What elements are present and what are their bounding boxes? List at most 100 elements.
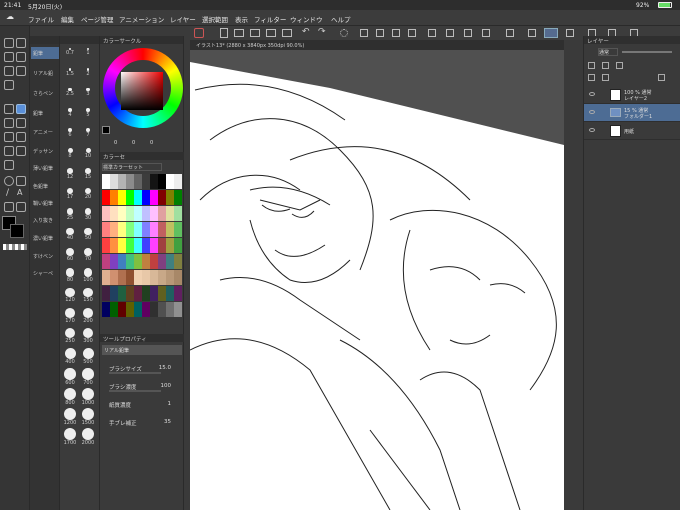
color-swatch[interactable] [118, 238, 126, 253]
layer-clip-icon[interactable] [602, 62, 609, 69]
color-swatch[interactable] [158, 206, 166, 221]
color-swatch[interactable] [102, 302, 110, 317]
color-swatch[interactable] [102, 206, 110, 221]
color-swatch[interactable] [126, 254, 134, 269]
brush-size-preset[interactable]: 5 [80, 108, 96, 118]
color-swatch[interactable] [110, 286, 118, 301]
save-icon[interactable] [250, 29, 260, 37]
brush-size-preset[interactable]: 700 [80, 368, 96, 386]
brush-size-preset[interactable]: 3 [80, 88, 96, 97]
color-swatch[interactable] [102, 174, 110, 189]
color-swatch[interactable] [134, 238, 142, 253]
brush-size-preset[interactable]: 60 [62, 248, 78, 262]
brush-size-preset[interactable]: 1500 [80, 408, 96, 426]
layer-lock-icon[interactable] [588, 62, 595, 69]
color-swatch[interactable] [126, 206, 134, 221]
color-set-select[interactable]: 標準カラーセット [102, 163, 162, 171]
brush-size-preset[interactable]: 250 [62, 328, 78, 344]
brush-size-preset[interactable]: 120 [62, 288, 78, 303]
color-swatch[interactable] [150, 286, 158, 301]
color-swatch[interactable] [174, 254, 182, 269]
layer-ref-icon[interactable] [616, 62, 623, 69]
brush-size-preset[interactable]: 20 [80, 188, 96, 200]
menu-animation[interactable]: アニメーション [119, 14, 164, 24]
color-swatch[interactable] [118, 174, 126, 189]
eyedropper-icon[interactable] [4, 80, 14, 90]
paper-texture-row[interactable]: 紙質濃度 1 [101, 398, 183, 412]
color-swatch[interactable] [102, 238, 110, 253]
color-swatch[interactable] [166, 286, 174, 301]
layer-visibility-icon[interactable] [589, 92, 595, 96]
brush-size-preset[interactable]: 30 [80, 208, 96, 221]
sub-tool-color-pencil[interactable]: 色鉛筆 [31, 180, 59, 192]
blend-tool-icon[interactable] [4, 146, 14, 156]
color-swatch[interactable] [142, 222, 150, 237]
brush-tool-icon[interactable] [4, 118, 14, 128]
eraser-icon[interactable] [566, 29, 574, 37]
blend-mode-select[interactable]: 通常 [598, 48, 618, 56]
new-layer-icon[interactable] [588, 74, 595, 81]
new-file-icon[interactable] [220, 28, 228, 38]
color-swatch[interactable] [166, 206, 174, 221]
flip-icon[interactable] [482, 29, 490, 37]
color-swatch[interactable] [102, 222, 110, 237]
print-icon[interactable] [266, 29, 276, 37]
color-swatch[interactable] [134, 254, 142, 269]
menu-window[interactable]: ウィンドウ [290, 14, 323, 24]
color-swatch[interactable] [110, 302, 118, 317]
color-swatch[interactable] [158, 174, 166, 189]
color-swatch[interactable] [166, 190, 174, 205]
brush-size-preset[interactable]: 1 [80, 48, 96, 56]
menu-selection[interactable]: 選択範囲 [202, 14, 228, 24]
ruler-icon[interactable] [506, 29, 514, 37]
color-swatch[interactable] [110, 174, 118, 189]
color-swatch[interactable] [110, 238, 118, 253]
brush-size-preset[interactable]: 170 [62, 308, 78, 324]
color-swatch[interactable] [174, 302, 182, 317]
menu-layer[interactable]: レイヤー [170, 14, 196, 24]
move-tool-icon[interactable] [4, 52, 14, 62]
pen-tool-icon[interactable] [4, 104, 14, 114]
color-swatch[interactable] [142, 286, 150, 301]
text-tool-icon[interactable]: A [17, 188, 22, 197]
menu-view[interactable]: 表示 [235, 14, 248, 24]
brush-size-preset[interactable]: 8 [62, 148, 78, 159]
color-swatch[interactable] [150, 222, 158, 237]
undo-icon[interactable]: ↶ [302, 27, 310, 37]
color-swatch[interactable] [174, 190, 182, 205]
gradient-tool-icon[interactable] [4, 160, 14, 170]
color-swatch[interactable] [134, 222, 142, 237]
eraser-tool-icon[interactable] [16, 132, 26, 142]
brush-size-preset[interactable]: 2000 [80, 428, 96, 446]
brush-size-preset[interactable]: 200 [80, 308, 96, 324]
color-swatch[interactable] [142, 174, 150, 189]
color-swatch[interactable] [174, 286, 182, 301]
color-swatch[interactable] [158, 270, 166, 285]
color-swatch[interactable] [158, 190, 166, 205]
canvas-area[interactable] [190, 50, 564, 510]
deselect-icon[interactable] [376, 29, 384, 37]
snap-icon[interactable] [528, 29, 536, 37]
brush-size-preset[interactable]: 70 [80, 248, 96, 262]
color-swatch[interactable] [142, 206, 150, 221]
color-swatch[interactable] [110, 190, 118, 205]
menu-page[interactable]: ページ管理 [81, 14, 113, 24]
sub-tool-hard-pencil[interactable]: 鞘い鉛筆 [31, 197, 59, 209]
color-swatch[interactable] [174, 222, 182, 237]
color-swatch[interactable] [150, 254, 158, 269]
sub-tool-dark-pencil[interactable]: 濃い鉛筆 [31, 232, 59, 244]
pencil-tool-icon[interactable] [16, 104, 26, 114]
current-color-chip[interactable] [102, 126, 110, 134]
brush-size-preset[interactable]: 800 [62, 388, 78, 406]
color-swatch[interactable] [134, 174, 142, 189]
color-swatch[interactable] [110, 206, 118, 221]
color-swatch[interactable] [150, 302, 158, 317]
color-swatch[interactable] [118, 206, 126, 221]
color-swatch[interactable] [174, 206, 182, 221]
app-menu-icon[interactable]: ☁ [6, 12, 14, 21]
figure-tool-icon[interactable] [4, 176, 14, 186]
color-swatch[interactable] [142, 302, 150, 317]
magic-wand-icon[interactable] [16, 66, 26, 76]
color-swatch[interactable] [150, 270, 158, 285]
new-folder-icon[interactable] [602, 74, 609, 81]
